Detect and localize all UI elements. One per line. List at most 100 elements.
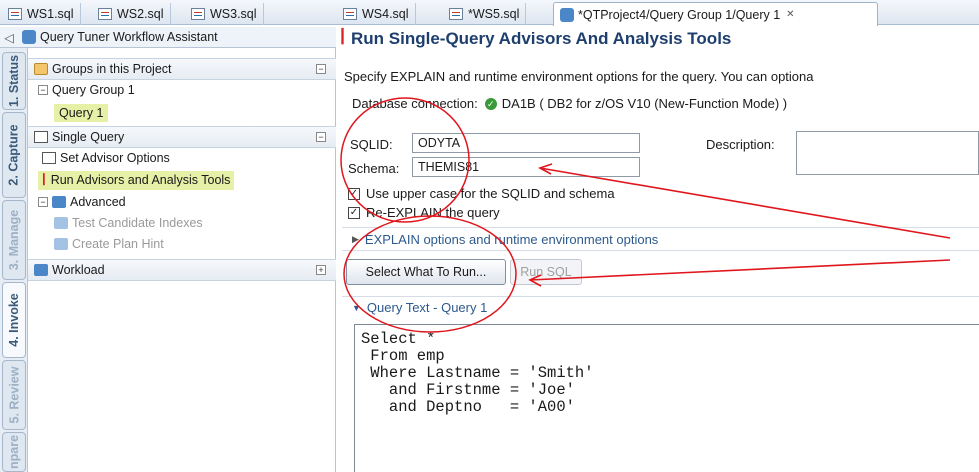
checkbox-checked[interactable]: ✓ [348, 206, 360, 219]
section-single-query[interactable]: Single Query − [28, 126, 336, 148]
expand-icon[interactable]: + [316, 265, 326, 275]
tab-compare-label: npare [7, 434, 22, 470]
run-sql-button[interactable]: Run SQL [510, 259, 582, 285]
chevron-right-icon: ▶ [352, 233, 359, 244]
workflow-assistant-header: ◁ Query Tuner Workflow Assistant [0, 27, 336, 48]
document-icon [34, 131, 48, 143]
tab-capture-label: 2. Capture [7, 124, 22, 186]
collapse-icon[interactable]: − [316, 132, 326, 142]
db-value: DA1B ( DB2 for z/OS V10 (New-Function Mo… [501, 96, 788, 111]
editor-tab-bar: WS1.sql WS2.sql WS3.sql WS4.sql *WS5.sql… [0, 0, 979, 26]
tree-item-run-advisors[interactable]: ꟾ Run Advisors and Analysis Tools [28, 169, 336, 191]
run-icon: ꟾ [340, 29, 346, 48]
schema-input[interactable]: THEMIS81 [412, 157, 640, 177]
tab-invoke-label: 4. Invoke [7, 293, 21, 347]
assistant-title: Query Tuner Workflow Assistant [40, 30, 218, 44]
description-input[interactable] [796, 131, 979, 175]
query-text-editor[interactable]: Select * From emp Where Lastname = 'Smit… [354, 324, 979, 472]
tab-label: WS4.sql [362, 7, 409, 21]
tree-item-label: Test Candidate Indexes [72, 216, 203, 230]
tree-item-query-group[interactable]: − Query Group 1 [28, 79, 336, 101]
query-text-label: Query Text - Query 1 [366, 300, 488, 315]
close-icon[interactable]: ✕ [786, 9, 794, 20]
reexplain-checkbox[interactable]: ✓ Re-EXPLAIN the query [348, 205, 500, 220]
tab-review[interactable]: 5. Review [2, 360, 26, 430]
tab-ws5[interactable]: *WS5.sql [443, 3, 527, 25]
page-title-text: Run Single-Query Advisors And Analysis T… [351, 29, 732, 48]
tab-ws3[interactable]: WS3.sql [185, 3, 264, 25]
folder-icon [34, 63, 48, 75]
tree-item-label: Create Plan Hint [72, 237, 164, 251]
tab-query-1[interactable]: *QTProject4/Query Group 1/Query 1 ✕ [553, 2, 878, 26]
checkbox-label: Re-EXPLAIN the query [366, 205, 500, 220]
sqlid-input[interactable]: ODYTA [412, 133, 640, 153]
uppercase-checkbox[interactable]: ✓ Use upper case for the SQLID and schem… [348, 186, 615, 201]
section-groups-label: Groups in this Project [52, 62, 172, 76]
tab-capture[interactable]: 2. Capture [2, 112, 26, 198]
page-description: Specify EXPLAIN and runtime environment … [344, 69, 814, 84]
tree-item-run-advisors-highlight: ꟾ Run Advisors and Analysis Tools [38, 170, 235, 190]
tree-item-set-advisor-options[interactable]: Set Advisor Options [28, 147, 336, 169]
collapse-arrow-icon[interactable]: ◁ [0, 30, 18, 45]
tab-review-label: 5. Review [7, 366, 22, 424]
tab-status-label: 1. Status [7, 54, 22, 108]
tab-label: WS2.sql [117, 7, 164, 21]
tree-item-label: Advanced [70, 195, 126, 209]
checkbox-checked[interactable]: ✓ [348, 187, 360, 200]
collapse-icon[interactable]: − [316, 64, 326, 74]
checkbox-label: Use upper case for the SQLID and schema [366, 186, 615, 201]
section-single-query-label: Single Query [52, 130, 125, 144]
options-icon [42, 152, 56, 164]
query-tuner-icon [560, 7, 574, 22]
sql-file-icon [191, 8, 205, 20]
sql-file-icon [449, 8, 463, 20]
db-label: Database connection: [352, 96, 478, 111]
description-label: Description: [706, 137, 775, 152]
section-workload[interactable]: Workload + [28, 259, 336, 281]
tree-item-label: Query Group 1 [52, 83, 135, 97]
collapse-icon[interactable]: − [38, 197, 48, 207]
query-text-section[interactable]: ▼ Query Text - Query 1 [342, 296, 979, 318]
database-connection: Database connection: ✓ DA1B ( DB2 for z/… [352, 96, 787, 111]
tab-compare[interactable]: npare [2, 432, 26, 472]
tab-invoke[interactable]: 4. Invoke [2, 282, 26, 358]
tree-item-label: Query 1 [54, 104, 109, 122]
tab-label: WS1.sql [27, 7, 74, 21]
tab-label: *QTProject4/Query Group 1/Query 1 [578, 7, 781, 22]
sql-file-icon [98, 8, 112, 20]
chevron-down-icon: ▼ [352, 302, 361, 313]
explain-options-section[interactable]: ▶ EXPLAIN options and runtime environmen… [342, 227, 979, 251]
tab-manage[interactable]: 3. Manage [2, 200, 26, 280]
tab-ws2[interactable]: WS2.sql [92, 3, 171, 25]
check-icon: ✓ [484, 97, 497, 110]
select-what-to-run-button[interactable]: Select What To Run... [346, 259, 506, 285]
tab-label: WS3.sql [210, 7, 257, 21]
advanced-icon [52, 196, 66, 208]
section-groups[interactable]: Groups in this Project − [28, 58, 336, 80]
workload-icon [34, 264, 48, 276]
query-tuner-icon [22, 30, 36, 44]
tree-item-test-candidate-indexes[interactable]: Test Candidate Indexes [28, 212, 336, 234]
tree-item-create-plan-hint[interactable]: Create Plan Hint [28, 233, 336, 255]
explain-options-label: EXPLAIN options and runtime environment … [364, 231, 659, 247]
collapse-icon[interactable]: − [38, 85, 48, 95]
annotation-arrow [529, 259, 951, 281]
tab-ws1[interactable]: WS1.sql [2, 3, 81, 25]
index-icon [54, 217, 68, 229]
page-title: ꟾ Run Single-Query Advisors And Analysis … [340, 29, 731, 49]
schema-label: Schema: [348, 161, 400, 176]
sql-file-icon [343, 8, 357, 20]
sql-file-icon [8, 8, 22, 20]
tree-item-label: Set Advisor Options [60, 151, 170, 165]
plan-hint-icon [54, 238, 68, 250]
tree-item-advanced[interactable]: − Advanced [28, 191, 336, 213]
workflow-assistant-panel: Groups in this Project − − Query Group 1… [28, 48, 336, 472]
tree-item-query-1[interactable]: Query 1 [28, 102, 336, 124]
workflow-step-tabs: 1. Status 2. Capture 3. Manage 4. Invoke… [0, 48, 28, 472]
tab-ws4[interactable]: WS4.sql [337, 3, 416, 25]
section-workload-label: Workload [52, 263, 105, 277]
tree-item-label: Run Advisors and Analysis Tools [50, 173, 231, 187]
tab-status[interactable]: 1. Status [2, 52, 26, 110]
sqlid-label: SQLID: [350, 137, 393, 152]
run-icon: ꟾ [42, 173, 46, 188]
